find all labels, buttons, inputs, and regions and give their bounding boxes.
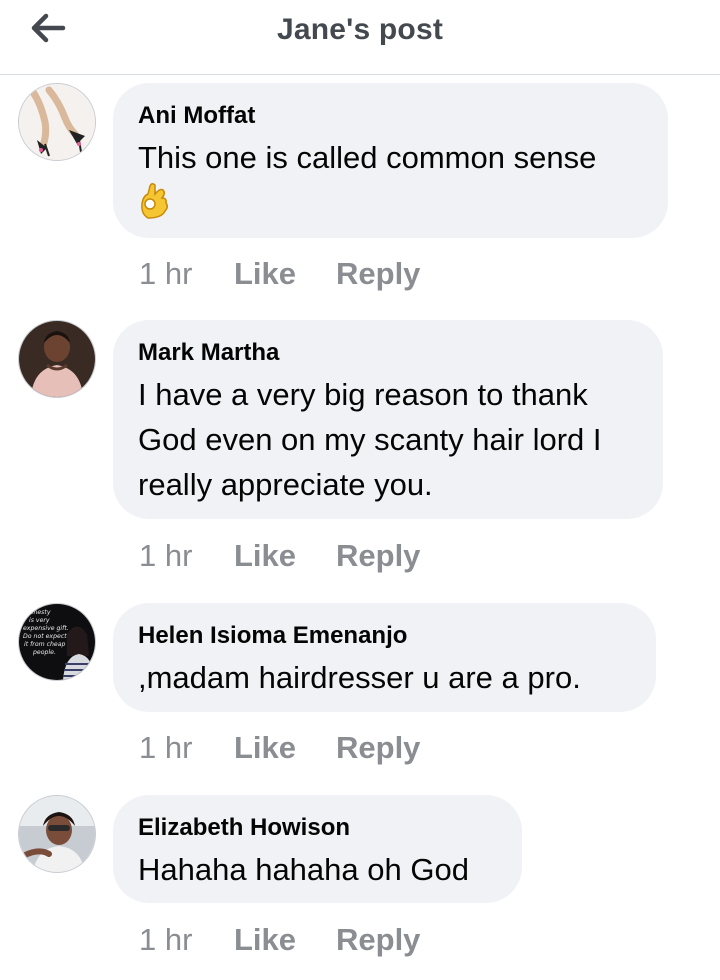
like-button[interactable]: Like bbox=[234, 256, 336, 292]
comment-actions: 1 hr Like Reply bbox=[139, 920, 420, 960]
comment-text: I have a very big reason to thank God ev… bbox=[138, 372, 637, 507]
reply-button[interactable]: Reply bbox=[336, 256, 420, 292]
comment-text: Hahaha hahaha oh God bbox=[138, 852, 469, 887]
avatar[interactable]: Honesty is very expensive gift. Do not e… bbox=[18, 603, 96, 681]
avatar[interactable] bbox=[18, 83, 96, 161]
comment-text: ,madam hairdresser u are a pro. bbox=[138, 660, 581, 695]
comment-timestamp[interactable]: 1 hr bbox=[139, 256, 234, 292]
comment-text-line: I have a very big reason to thank bbox=[138, 377, 588, 412]
comment-author[interactable]: Helen Isioma Emenanjo bbox=[138, 621, 630, 651]
comment-bubble[interactable]: Mark Martha I have a very big reason to … bbox=[113, 320, 663, 519]
comment-timestamp[interactable]: 1 hr bbox=[139, 922, 234, 958]
comment-timestamp[interactable]: 1 hr bbox=[139, 538, 234, 574]
comment-bubble[interactable]: Helen Isioma Emenanjo ,madam hairdresser… bbox=[113, 603, 656, 712]
avatar-quote-line: Do not expect bbox=[23, 632, 67, 640]
page-title: Jane's post bbox=[276, 13, 444, 46]
comment-text: This one is called common sense bbox=[138, 140, 597, 175]
comment-actions: 1 hr Like Reply bbox=[139, 728, 420, 768]
comment-timestamp[interactable]: 1 hr bbox=[139, 730, 234, 766]
avatar-quote-line: people. bbox=[32, 649, 56, 656]
like-button[interactable]: Like bbox=[234, 730, 336, 766]
ok-hand-emoji bbox=[141, 182, 169, 219]
avatar-quote-line: Honesty bbox=[25, 608, 51, 616]
avatar[interactable] bbox=[18, 795, 96, 873]
comment-text-line: really appreciate you. bbox=[138, 467, 433, 502]
comment-author[interactable]: Mark Martha bbox=[138, 338, 637, 368]
comment-author[interactable]: Elizabeth Howison bbox=[138, 813, 496, 843]
reply-button[interactable]: Reply bbox=[336, 922, 420, 958]
reply-button[interactable]: Reply bbox=[336, 730, 420, 766]
post-header: Jane's post bbox=[0, 0, 720, 75]
like-button[interactable]: Like bbox=[234, 922, 336, 958]
avatar[interactable] bbox=[18, 320, 96, 398]
comment-bubble[interactable]: Ani Moffat This one is called common sen… bbox=[113, 83, 668, 238]
comment-bubble[interactable]: Elizabeth Howison Hahaha hahaha oh God bbox=[113, 795, 522, 903]
avatar-quote-line: it from cheap bbox=[24, 640, 66, 648]
avatar-quote-line: expensive gift. bbox=[23, 624, 69, 632]
comment-actions: 1 hr Like Reply bbox=[139, 536, 420, 576]
like-button[interactable]: Like bbox=[234, 538, 336, 574]
comment-text-line: God even on my scanty hair lord I bbox=[138, 422, 602, 457]
avatar-quote-line: is very bbox=[29, 617, 50, 624]
reply-button[interactable]: Reply bbox=[336, 538, 420, 574]
comment-author[interactable]: Ani Moffat bbox=[138, 101, 642, 131]
comment-actions: 1 hr Like Reply bbox=[139, 254, 420, 294]
